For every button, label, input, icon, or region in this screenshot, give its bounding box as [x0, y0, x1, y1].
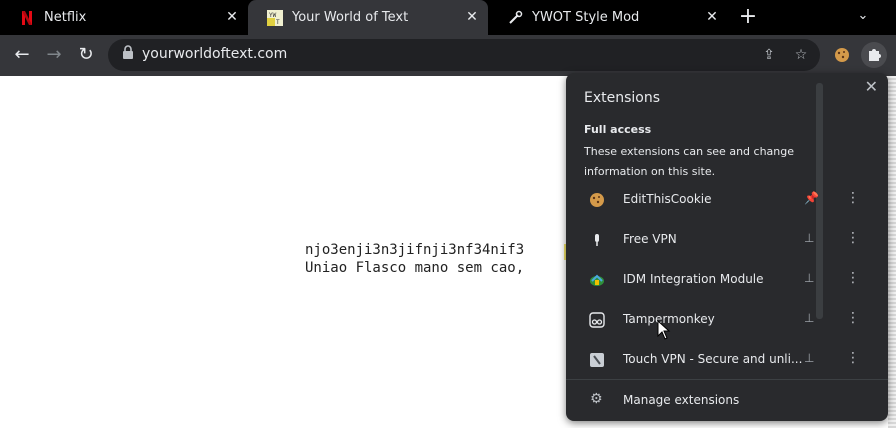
more-icon[interactable]: ⋮: [846, 270, 860, 286]
tab-title: Netflix: [44, 10, 87, 25]
vpn-mic-icon: [589, 232, 605, 248]
svg-text:YW: YW: [269, 12, 277, 19]
close-icon[interactable]: ✕: [704, 9, 720, 25]
wrench-icon: [507, 10, 523, 26]
mouse-pointer-icon: [657, 320, 671, 340]
tab-search-chevron-icon[interactable]: ⌄: [850, 3, 876, 29]
pin-icon[interactable]: ⊥: [804, 271, 814, 285]
page-scrollbar[interactable]: [888, 76, 896, 428]
pin-icon[interactable]: ⊥: [804, 311, 814, 325]
divider: [566, 379, 888, 380]
section-title: Full access: [584, 123, 652, 136]
extensions-puzzle-icon[interactable]: [861, 42, 887, 68]
close-icon[interactable]: ✕: [464, 9, 480, 25]
more-icon[interactable]: ⋮: [846, 190, 860, 206]
lock-icon[interactable]: [118, 45, 138, 65]
tampermonkey-icon: [589, 312, 605, 328]
extension-item-free-vpn[interactable]: Free VPN ⊥ ⋮: [566, 220, 888, 260]
forward-icon[interactable]: →: [41, 42, 67, 68]
pin-icon[interactable]: 📌: [804, 191, 819, 205]
touch-vpn-icon: [589, 352, 605, 368]
reload-icon[interactable]: ↻: [73, 42, 99, 68]
bookmark-star-icon[interactable]: ☆: [791, 45, 811, 65]
back-icon[interactable]: ←: [9, 42, 35, 68]
editthiscookie-toolbar-icon[interactable]: [829, 42, 855, 68]
extension-name: EditThisCookie: [623, 192, 712, 206]
extension-name: IDM Integration Module: [623, 272, 764, 286]
tab-netflix[interactable]: Netflix ✕: [0, 0, 248, 35]
extension-item-idm[interactable]: IDM Integration Module ⊥ ⋮: [566, 260, 888, 300]
tab-title: YWOT Style Mod: [532, 10, 640, 25]
extension-name: Free VPN: [623, 232, 677, 246]
more-icon[interactable]: ⋮: [846, 230, 860, 246]
svg-text:T: T: [276, 19, 280, 26]
tab-title: Your World of Text: [292, 10, 409, 25]
browser-window: Netflix ✕ YW T Your World of Text ✕ YWOT …: [0, 0, 896, 428]
more-icon[interactable]: ⋮: [846, 310, 860, 326]
share-icon[interactable]: ⇪: [759, 45, 779, 65]
world-text-line: Uniao Flasco mano sem cao,: [305, 260, 525, 276]
address-bar[interactable]: yourworldoftext.com ⇪ ☆: [108, 39, 820, 71]
toolbar: ← → ↻ yourworldoftext.com ⇪ ☆: [0, 35, 896, 76]
extensions-popup: Extensions ✕ Full access These extension…: [566, 73, 888, 421]
pin-icon[interactable]: ⊥: [804, 231, 814, 245]
close-icon[interactable]: ✕: [865, 77, 878, 96]
manage-extensions-button[interactable]: ⚙ Manage extensions: [566, 382, 888, 420]
pin-icon[interactable]: ⊥: [804, 351, 814, 365]
netflix-icon: [19, 10, 35, 26]
extension-item-touch-vpn[interactable]: Touch VPN - Secure and unli... ⊥ ⋮: [566, 340, 888, 380]
tab-your-world-of-text[interactable]: YW T Your World of Text ✕: [248, 0, 488, 35]
manage-extensions-label: Manage extensions: [623, 393, 740, 407]
tab-ywot-style-mod[interactable]: YWOT Style Mod ✕: [488, 0, 728, 35]
more-icon[interactable]: ⋮: [846, 350, 860, 366]
url-text[interactable]: yourworldoftext.com: [142, 46, 287, 62]
ywot-icon: YW T: [267, 9, 283, 26]
idm-icon: [589, 272, 605, 288]
new-tab-icon[interactable]: +: [735, 4, 761, 30]
gear-icon: ⚙: [590, 391, 603, 407]
popup-title: Extensions: [584, 90, 661, 106]
section-description: These extensions can see and change info…: [584, 145, 794, 178]
cookie-icon: [589, 192, 605, 208]
extension-item-editthiscookie[interactable]: EditThisCookie 📌 ⋮: [566, 180, 888, 220]
tab-strip: Netflix ✕ YW T Your World of Text ✕ YWOT …: [0, 0, 896, 35]
extension-name: Touch VPN - Secure and unli...: [623, 352, 803, 366]
extension-item-tampermonkey[interactable]: Tampermonkey ⊥ ⋮: [566, 300, 888, 340]
world-text-line: njo3enji3n3jifnji3nf34nif3: [305, 242, 525, 258]
close-icon[interactable]: ✕: [224, 9, 240, 25]
